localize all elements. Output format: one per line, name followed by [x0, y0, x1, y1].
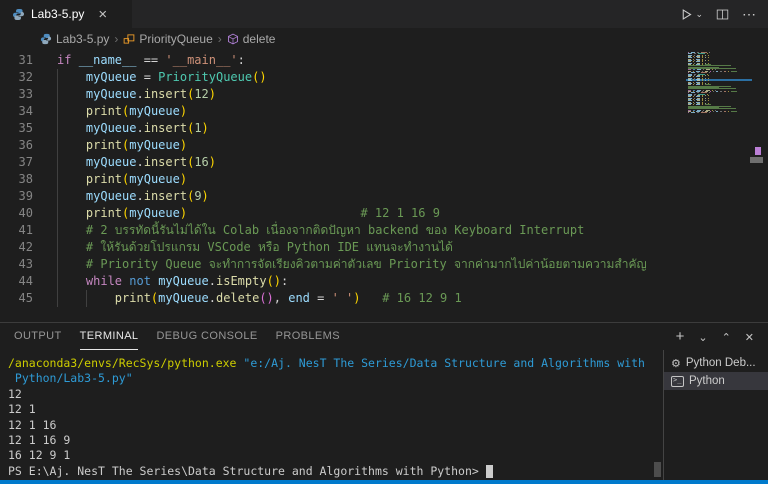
- panel-header: OUTPUT TERMINAL DEBUG CONSOLE PROBLEMS: [0, 323, 768, 350]
- tab-debug-console[interactable]: DEBUG CONSOLE: [156, 323, 257, 350]
- indent-guide: [57, 69, 58, 307]
- code-line: 43 # Priority Queue จะทำการจัดเรียงคิวตา…: [0, 256, 768, 273]
- status-bar: [0, 480, 768, 484]
- panel-body: /anaconda3/envs/RecSys/python.exe "e:/Aj…: [0, 350, 768, 480]
- method-symbol-icon: [227, 33, 239, 45]
- maximize-panel-icon[interactable]: [722, 330, 731, 344]
- tab-bar-spacer: [132, 0, 680, 28]
- line-number: 43: [0, 256, 45, 273]
- terminal-line: 16 12 9 1: [8, 448, 663, 463]
- code-line: 44 while not myQueue.isEmpty():: [0, 273, 768, 290]
- line-number: 36: [0, 137, 45, 154]
- terminal-dropdown-icon[interactable]: [698, 330, 707, 344]
- code-line: 35 myQueue.insert(1): [0, 120, 768, 137]
- line-number: 42: [0, 239, 45, 256]
- vscode-window: Lab3-5.py Lab3-5.py: [0, 0, 768, 484]
- line-number: 33: [0, 86, 45, 103]
- split-editor-icon[interactable]: [716, 8, 729, 21]
- breadcrumb: Lab3-5.py PriorityQueue delete: [0, 28, 768, 50]
- class-symbol-icon: [123, 33, 135, 45]
- code-line: 36 print(myQueue): [0, 137, 768, 154]
- breadcrumb-label: delete: [243, 32, 276, 46]
- editor-tab-bar: Lab3-5.py: [0, 0, 768, 28]
- terminal-list: Python Deb... Python: [663, 350, 768, 480]
- chevron-right-icon: [218, 32, 222, 46]
- terminal-output[interactable]: /anaconda3/envs/RecSys/python.exe "e:/Aj…: [0, 350, 663, 480]
- terminal-line: 12: [8, 387, 663, 402]
- line-number: 37: [0, 154, 45, 171]
- run-button[interactable]: [680, 8, 703, 21]
- breadcrumb-item-method[interactable]: delete: [227, 32, 276, 46]
- close-panel-icon[interactable]: [745, 330, 754, 344]
- terminal-line: 12 1 16 9: [8, 433, 663, 448]
- debug-console-icon: [671, 357, 681, 370]
- terminal-scrollbar[interactable]: [654, 462, 661, 477]
- chevron-down-icon[interactable]: [695, 9, 703, 20]
- code-line: 32 myQueue = PriorityQueue(): [0, 69, 768, 86]
- code-line: 38 print(myQueue): [0, 171, 768, 188]
- terminal-icon: [671, 376, 684, 387]
- terminal-list-label: Python: [689, 375, 725, 387]
- code-line: 33 myQueue.insert(12): [0, 86, 768, 103]
- code-line: 31if __name__ == '__main__':: [0, 52, 768, 69]
- scrollbar-thumb[interactable]: [750, 157, 763, 163]
- terminal-line: Python/Lab3-5.py": [8, 371, 663, 386]
- code-lines: 31if __name__ == '__main__':32 myQueue =…: [0, 50, 768, 307]
- line-number: 34: [0, 103, 45, 120]
- python-file-icon: [12, 8, 25, 21]
- code-line: 45 print(myQueue.delete(), end = ' ') # …: [0, 290, 768, 307]
- terminal-cursor: [486, 465, 493, 478]
- new-terminal-icon[interactable]: [676, 329, 685, 344]
- tab-terminal[interactable]: TERMINAL: [80, 323, 139, 350]
- tab-lab3-5[interactable]: Lab3-5.py: [0, 0, 132, 28]
- terminal-list-label: Python Deb...: [686, 357, 756, 369]
- editor-actions: [680, 0, 768, 28]
- line-number: 44: [0, 273, 45, 290]
- editor-scrollbar[interactable]: [754, 50, 768, 322]
- line-number: 31: [0, 52, 45, 69]
- terminal-list-item[interactable]: Python: [664, 372, 768, 390]
- breadcrumb-label: Lab3-5.py: [56, 32, 109, 46]
- close-icon[interactable]: [98, 7, 107, 22]
- code-line: 37 myQueue.insert(16): [0, 154, 768, 171]
- terminal-line: /anaconda3/envs/RecSys/python.exe "e:/Aj…: [8, 356, 663, 371]
- breadcrumb-item-file[interactable]: Lab3-5.py: [40, 32, 109, 46]
- code-line: 40 print(myQueue) # 12 1 16 9: [0, 205, 768, 222]
- python-file-icon: [40, 33, 52, 45]
- scrollbar-cursor-marker: [755, 147, 761, 155]
- line-number: 39: [0, 188, 45, 205]
- code-editor[interactable]: 31if __name__ == '__main__':32 myQueue =…: [0, 50, 768, 322]
- tab-problems[interactable]: PROBLEMS: [276, 323, 340, 350]
- breadcrumb-label: PriorityQueue: [139, 32, 212, 46]
- minimap[interactable]: [688, 52, 752, 170]
- terminal-line: 12 1 16: [8, 418, 663, 433]
- line-number: 32: [0, 69, 45, 86]
- code-line: 39 myQueue.insert(9): [0, 188, 768, 205]
- bottom-panel: OUTPUT TERMINAL DEBUG CONSOLE PROBLEMS /…: [0, 322, 768, 480]
- play-icon: [680, 8, 693, 21]
- line-number: 41: [0, 222, 45, 239]
- code-line: 41 # 2 บรรทัดนี้รันไม่ได้ใน Colab เนื่อง…: [0, 222, 768, 239]
- terminal-list-item[interactable]: Python Deb...: [664, 354, 768, 372]
- tab-label: Lab3-5.py: [31, 7, 84, 21]
- line-number: 35: [0, 120, 45, 137]
- line-number: 38: [0, 171, 45, 188]
- more-actions-icon[interactable]: [742, 6, 756, 23]
- chevron-right-icon: [114, 32, 118, 46]
- line-number: 40: [0, 205, 45, 222]
- tab-output[interactable]: OUTPUT: [14, 323, 62, 350]
- code-line: 42 # ให้รันด้วยโปรแกรม VSCode หรือ Pytho…: [0, 239, 768, 256]
- panel-actions: [676, 323, 754, 350]
- terminal-line: PS E:\Aj. NesT The Series\Data Structure…: [8, 464, 663, 479]
- code-line: 34 print(myQueue): [0, 103, 768, 120]
- breadcrumb-item-class[interactable]: PriorityQueue: [123, 32, 212, 46]
- terminal-line: 12 1: [8, 402, 663, 417]
- line-number: 45: [0, 290, 45, 307]
- indent-guide: [86, 290, 87, 307]
